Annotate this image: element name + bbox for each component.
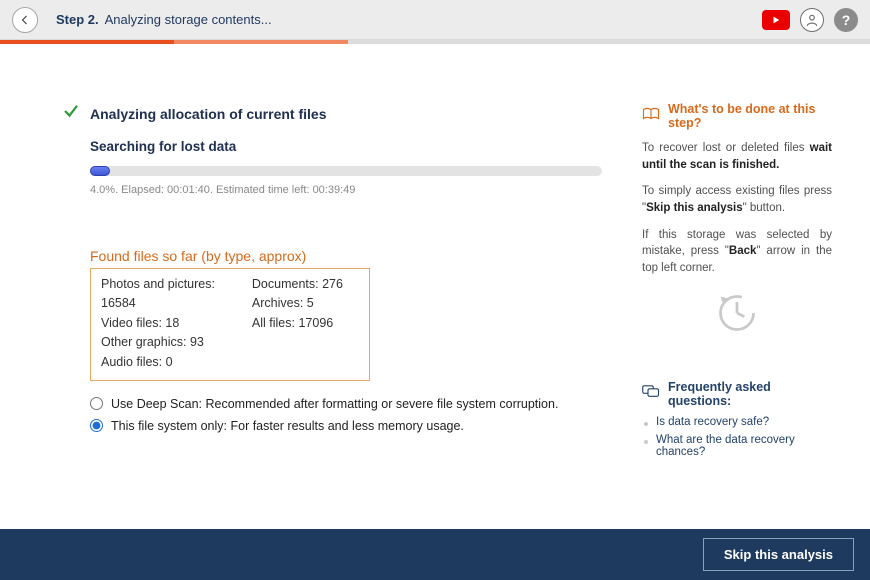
option-fs-only-label: This file system only: For faster result… xyxy=(111,419,464,433)
radio-fs-only[interactable] xyxy=(90,419,103,432)
found-files-box: Photos and pictures: 16584 Video files: … xyxy=(90,268,370,381)
found-arch-row: Archives: 5 xyxy=(252,294,359,313)
question-mark-icon: ? xyxy=(842,12,851,28)
scan-progress-fill xyxy=(90,166,110,176)
allocation-status-title: Analyzing allocation of current files xyxy=(90,106,326,122)
scan-progress-text: 4.0%. Elapsed: 00:01:40. Estimated time … xyxy=(90,184,602,196)
footer-bar: Skip this analysis xyxy=(0,529,870,580)
play-icon xyxy=(771,15,781,25)
scan-progress-bar xyxy=(90,166,602,176)
back-button[interactable] xyxy=(12,7,38,33)
faq-item: What are the data recovery chances? xyxy=(656,434,832,458)
side-help-p2: To simply access existing files press "S… xyxy=(642,183,832,216)
check-icon xyxy=(62,102,80,125)
wizard-progress-strip xyxy=(0,40,870,44)
youtube-link[interactable] xyxy=(762,10,790,30)
faq-item: Is data recovery safe? xyxy=(656,416,832,428)
faq-title: Frequently asked questions: xyxy=(668,380,832,408)
radio-deep-scan[interactable] xyxy=(90,397,103,410)
user-icon xyxy=(805,13,819,27)
wizard-progress-seg-active xyxy=(174,40,348,44)
found-photos-row: Photos and pictures: 16584 xyxy=(101,275,252,314)
found-audio-row: Audio files: 0 xyxy=(101,353,252,372)
found-other-row: Other graphics: 93 xyxy=(101,333,252,352)
side-help-title: What's to be done at this step? xyxy=(668,102,832,130)
found-files-title: Found files so far (by type, approx) xyxy=(90,248,602,264)
scanning-spinner-icon xyxy=(715,291,759,340)
faq-link-chances[interactable]: What are the data recovery chances? xyxy=(656,434,795,458)
side-help-p3: If this storage was selected by mistake,… xyxy=(642,227,832,277)
faq-link-safe[interactable]: Is data recovery safe? xyxy=(656,416,769,428)
wizard-progress-seg-done xyxy=(0,40,174,44)
faq-list: Is data recovery safe? What are the data… xyxy=(642,416,832,458)
book-icon xyxy=(642,107,660,126)
top-bar: Step 2. Analyzing storage contents... ? xyxy=(0,0,870,40)
found-all-row: All files: 17096 xyxy=(252,314,359,333)
help-button[interactable]: ? xyxy=(834,8,858,32)
step-number-label: Step 2. xyxy=(56,12,99,27)
step-description: Analyzing storage contents... xyxy=(105,12,272,27)
faq-icon xyxy=(642,383,660,404)
option-fs-only[interactable]: This file system only: For faster result… xyxy=(90,419,602,433)
skip-analysis-button[interactable]: Skip this analysis xyxy=(703,538,854,571)
searching-title: Searching for lost data xyxy=(90,139,602,154)
option-deep-scan-label: Use Deep Scan: Recommended after formatt… xyxy=(111,397,558,411)
side-help-p1: To recover lost or deleted files wait un… xyxy=(642,140,832,173)
found-video-row: Video files: 18 xyxy=(101,314,252,333)
found-docs-row: Documents: 276 xyxy=(252,275,359,294)
option-deep-scan[interactable]: Use Deep Scan: Recommended after formatt… xyxy=(90,397,602,411)
account-button[interactable] xyxy=(800,8,824,32)
arrow-left-icon xyxy=(19,14,31,26)
